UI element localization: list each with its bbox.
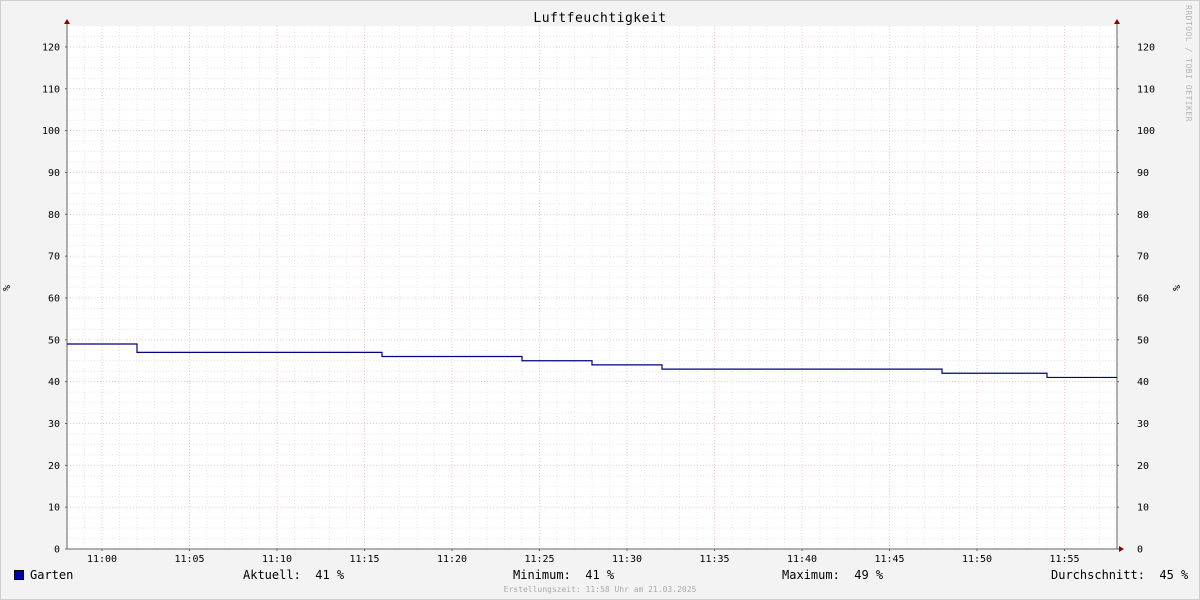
y-tick-label-left: 110 (42, 84, 60, 95)
y-tick-label-left: 40 (48, 377, 60, 388)
y-tick-label-right: 100 (1137, 126, 1155, 137)
stat-aktuell: Aktuell: 41 % (243, 568, 345, 582)
y-tick-label-right: 110 (1137, 84, 1155, 95)
y-tick-label-left: 30 (48, 419, 60, 430)
y-tick-label-left: 0 (54, 545, 60, 556)
x-tick-label: 11:45 (874, 554, 904, 565)
legend-label-garten: Garten (30, 568, 74, 582)
x-tick-label: 11:15 (349, 554, 379, 565)
y-tick-label-left: 120 (42, 42, 60, 53)
stat-maximum: Maximum: 49 % (782, 568, 884, 582)
x-tick-label: 11:05 (174, 554, 204, 565)
y-tick-label-left: 50 (48, 335, 60, 346)
stat-durchschnitt: Durchschnitt: 45 % (1051, 568, 1189, 582)
y-tick-label-left: 60 (48, 293, 60, 304)
legend: Garten Aktuell: 41 % Minimum: 41 % Maxim… (0, 568, 1200, 584)
y-tick-label-right: 90 (1137, 168, 1149, 179)
y-tick-label-right: 60 (1137, 293, 1149, 304)
y-tick-label-left: 90 (48, 168, 60, 179)
x-axis-arrow (1119, 546, 1124, 552)
x-tick-label: 11:30 (612, 554, 642, 565)
y-tick-label-left: 70 (48, 252, 60, 263)
y-axis-label-left: % (2, 285, 13, 291)
y-tick-label-right: 20 (1137, 461, 1149, 472)
y-tick-label-right: 70 (1137, 252, 1149, 263)
y-tick-label-right: 0 (1137, 545, 1143, 556)
y-tick-label-left: 100 (42, 126, 60, 137)
chart-title: Luftfeuchtigkeit (533, 11, 667, 26)
y-tick-label-left: 10 (48, 503, 60, 514)
y-tick-label-right: 120 (1137, 42, 1155, 53)
y-tick-label-right: 80 (1137, 210, 1149, 221)
creation-time-footer: Erstellungszeit: 11:58 Uhr am 21.03.2025 (503, 585, 697, 594)
y-tick-label-right: 40 (1137, 377, 1149, 388)
y-tick-label-right: 30 (1137, 419, 1149, 430)
legend-swatch-garten (14, 570, 24, 580)
chart-canvas: 0 0 10 10 20 20 30 30 40 40 50 50 60 60 70 70 80 80 90 90 10… (2, 19, 1183, 565)
rrdtool-watermark: RRDTOOL / TOBI OETIKER (1184, 5, 1193, 122)
x-tick-label: 11:00 (87, 554, 117, 565)
x-tick-label: 11:35 (699, 554, 729, 565)
x-tick-label: 11:20 (437, 554, 467, 565)
y-axis-label-right: % (1172, 285, 1183, 291)
y-tick-label-right: 50 (1137, 335, 1149, 346)
x-tick-label: 11:10 (262, 554, 292, 565)
x-tick-label: 11:25 (524, 554, 554, 565)
x-tick-label: 11:40 (787, 554, 817, 565)
y-tick-label-left: 20 (48, 461, 60, 472)
y-tick-label-left: 80 (48, 210, 60, 221)
stat-minimum: Minimum: 41 % (513, 568, 615, 582)
y-tick-label-right: 10 (1137, 503, 1149, 514)
x-tick-label: 11:50 (962, 554, 992, 565)
x-tick-label: 11:55 (1049, 554, 1079, 565)
